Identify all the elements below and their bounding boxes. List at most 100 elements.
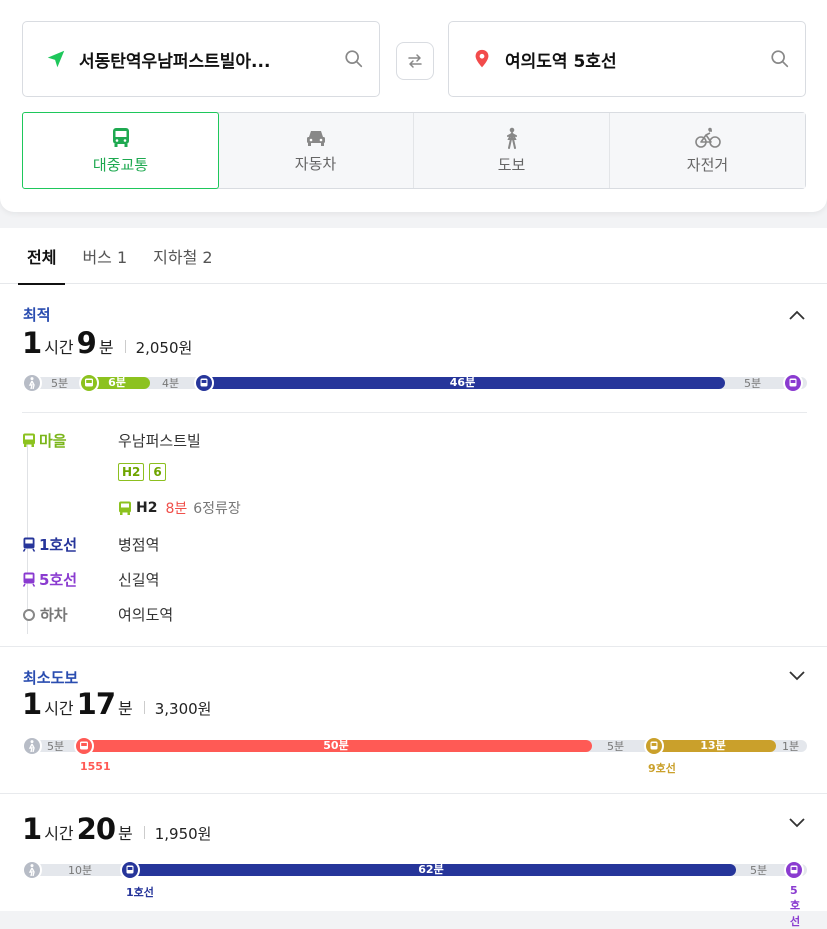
duration-hours-unit: 시간	[44, 824, 74, 843]
chevron-up-icon[interactable]	[787, 306, 807, 326]
duration-minutes-unit: 분	[118, 699, 133, 718]
subway-icon	[784, 860, 804, 880]
step-kind-label: 5호선	[39, 571, 78, 589]
mode-bike-label: 자전거	[686, 155, 729, 174]
subway-icon	[22, 537, 36, 552]
search-icon[interactable]	[343, 48, 365, 70]
route-timeline-bar: 10분 62분 1호선 5분 5호선	[22, 860, 807, 928]
bike-icon	[694, 127, 721, 148]
walk-start-label: 10분	[68, 864, 93, 877]
subway-icon	[22, 572, 36, 587]
bus-number-badges: H2 6	[118, 463, 171, 481]
walk-icon	[506, 127, 517, 149]
chevron-down-icon[interactable]	[787, 812, 807, 832]
route-card-least-walk[interactable]: 최소도보 1 시간 17 분 3,300원 5분 50분 1551 5분 13분…	[0, 647, 827, 793]
divider	[143, 826, 145, 839]
step-kind: 5호선	[22, 569, 118, 590]
step-kind-label: 하차	[40, 606, 68, 624]
mode-transit-label: 대중교통	[92, 155, 149, 174]
mode-walk-label: 도보	[497, 155, 526, 174]
step-place: 병점역	[118, 536, 160, 554]
route-timeline-bar: 5분 6분 4분 46분 5분	[22, 373, 807, 393]
mode-walk[interactable]: 도보	[414, 113, 610, 188]
tab-bus[interactable]: 버스 1	[73, 228, 136, 284]
segment-line1: 62분	[126, 864, 736, 876]
walk-icon	[22, 860, 42, 880]
swap-icon	[408, 54, 422, 68]
bus-icon	[79, 373, 99, 393]
fare: 1,950원	[154, 825, 212, 843]
subway-icon	[194, 373, 214, 393]
step-place: 우남퍼스트빌	[118, 432, 201, 450]
step-place: 신길역	[118, 571, 160, 589]
duration-minutes: 20	[76, 812, 116, 846]
duration-hours: 1	[22, 812, 42, 846]
bus-number-label: 1551	[80, 760, 111, 773]
step-kind: 하차	[22, 604, 118, 625]
mode-car-label: 자동차	[294, 154, 337, 173]
route-card-optimal[interactable]: 최적 1 시간 9 분 2,050원 5분 6분 4분 46분 5분 마을 우남…	[0, 284, 827, 646]
bus-icon	[74, 736, 94, 756]
walk-start-label: 5분	[51, 377, 69, 390]
fare: 2,050원	[135, 339, 193, 357]
swap-button[interactable]	[396, 42, 434, 80]
bus-icon	[23, 433, 35, 447]
tab-all[interactable]: 전체	[18, 228, 66, 285]
step-line5: 5호선 신길역	[22, 569, 159, 590]
transfer-walk-label: 4분	[162, 377, 180, 390]
car-icon	[306, 130, 325, 146]
line-label: 5호선	[790, 884, 801, 928]
fare: 3,300원	[154, 700, 212, 718]
divider	[143, 701, 145, 714]
mode-transit[interactable]: 대중교통	[22, 112, 219, 189]
route-card-third[interactable]: 1 시간 20 분 1,950원 10분 62분 1호선 5분 5호선	[0, 794, 827, 928]
bus-number-badge[interactable]: H2	[118, 463, 145, 481]
duration-minutes: 9	[76, 326, 97, 360]
route-timeline-bar: 5분 50분 1551 5분 13분 9호선 1분	[22, 736, 807, 775]
search-card: 서동탄역우남퍼스트빌아... 여의도역 5호선 대중교통 자동차 도보 자전거	[0, 0, 827, 212]
mode-bike[interactable]: 자전거	[610, 113, 805, 188]
line-label: 9호선	[648, 762, 676, 775]
travel-mode-tabs: 대중교통 자동차 도보 자전거	[22, 112, 806, 189]
search-icon[interactable]	[769, 48, 791, 70]
divider	[124, 340, 126, 353]
segment-line9: 13분	[650, 740, 776, 752]
segment-line1: 46분	[200, 377, 725, 389]
mode-car[interactable]: 자동차	[218, 113, 414, 188]
origin-field[interactable]: 서동탄역우남퍼스트빌아...	[22, 21, 380, 97]
walk-icon	[22, 736, 42, 756]
duration-hours-unit: 시간	[44, 699, 74, 718]
destination-text: 여의도역 5호선	[505, 51, 617, 72]
route-filter-tabs: 전체 버스 1 지하철 2	[0, 228, 827, 285]
walk-icon	[22, 373, 42, 393]
divider	[22, 412, 807, 413]
step-kind: 1호선	[22, 534, 118, 555]
walk-end-label: 5분	[744, 377, 762, 390]
map-pin-icon	[475, 49, 489, 68]
results-panel: 전체 버스 1 지하철 2 최적 1 시간 9 분 2,050원 5분 6분 4…	[0, 228, 827, 928]
walk-start-label: 5분	[47, 740, 65, 753]
duration-minutes-unit: 분	[118, 824, 133, 843]
arrival-time: 8분	[165, 501, 188, 517]
step-kind-label: 1호선	[39, 536, 78, 554]
step-alight: 하차 여의도역	[22, 604, 173, 625]
route-tag: 최적	[23, 306, 51, 324]
line-label: 1호선	[126, 886, 154, 899]
bus-route-number: H2	[136, 500, 158, 516]
transfer-walk-label: 5분	[607, 740, 625, 753]
duration-hours: 1	[22, 687, 42, 721]
transfer-walk-label: 5분	[750, 864, 768, 877]
bus-number-badge[interactable]: 6	[149, 463, 166, 481]
route-duration: 1 시간 20 분 1,950원	[22, 812, 211, 846]
route-duration: 1 시간 9 분 2,050원	[22, 326, 192, 360]
origin-text: 서동탄역우남퍼스트빌아...	[79, 51, 271, 72]
walk-end-label: 1분	[782, 740, 800, 753]
bus-arrival-info: H2 8분 6정류장	[118, 498, 241, 518]
destination-field[interactable]: 여의도역 5호선	[448, 21, 806, 97]
duration-hours: 1	[22, 326, 42, 360]
tab-subway[interactable]: 지하철 2	[144, 228, 221, 284]
bus-icon	[119, 501, 131, 515]
subway-icon	[644, 736, 664, 756]
step-village-bus: 마을 우남퍼스트빌	[22, 430, 201, 451]
chevron-down-icon[interactable]	[787, 665, 807, 685]
